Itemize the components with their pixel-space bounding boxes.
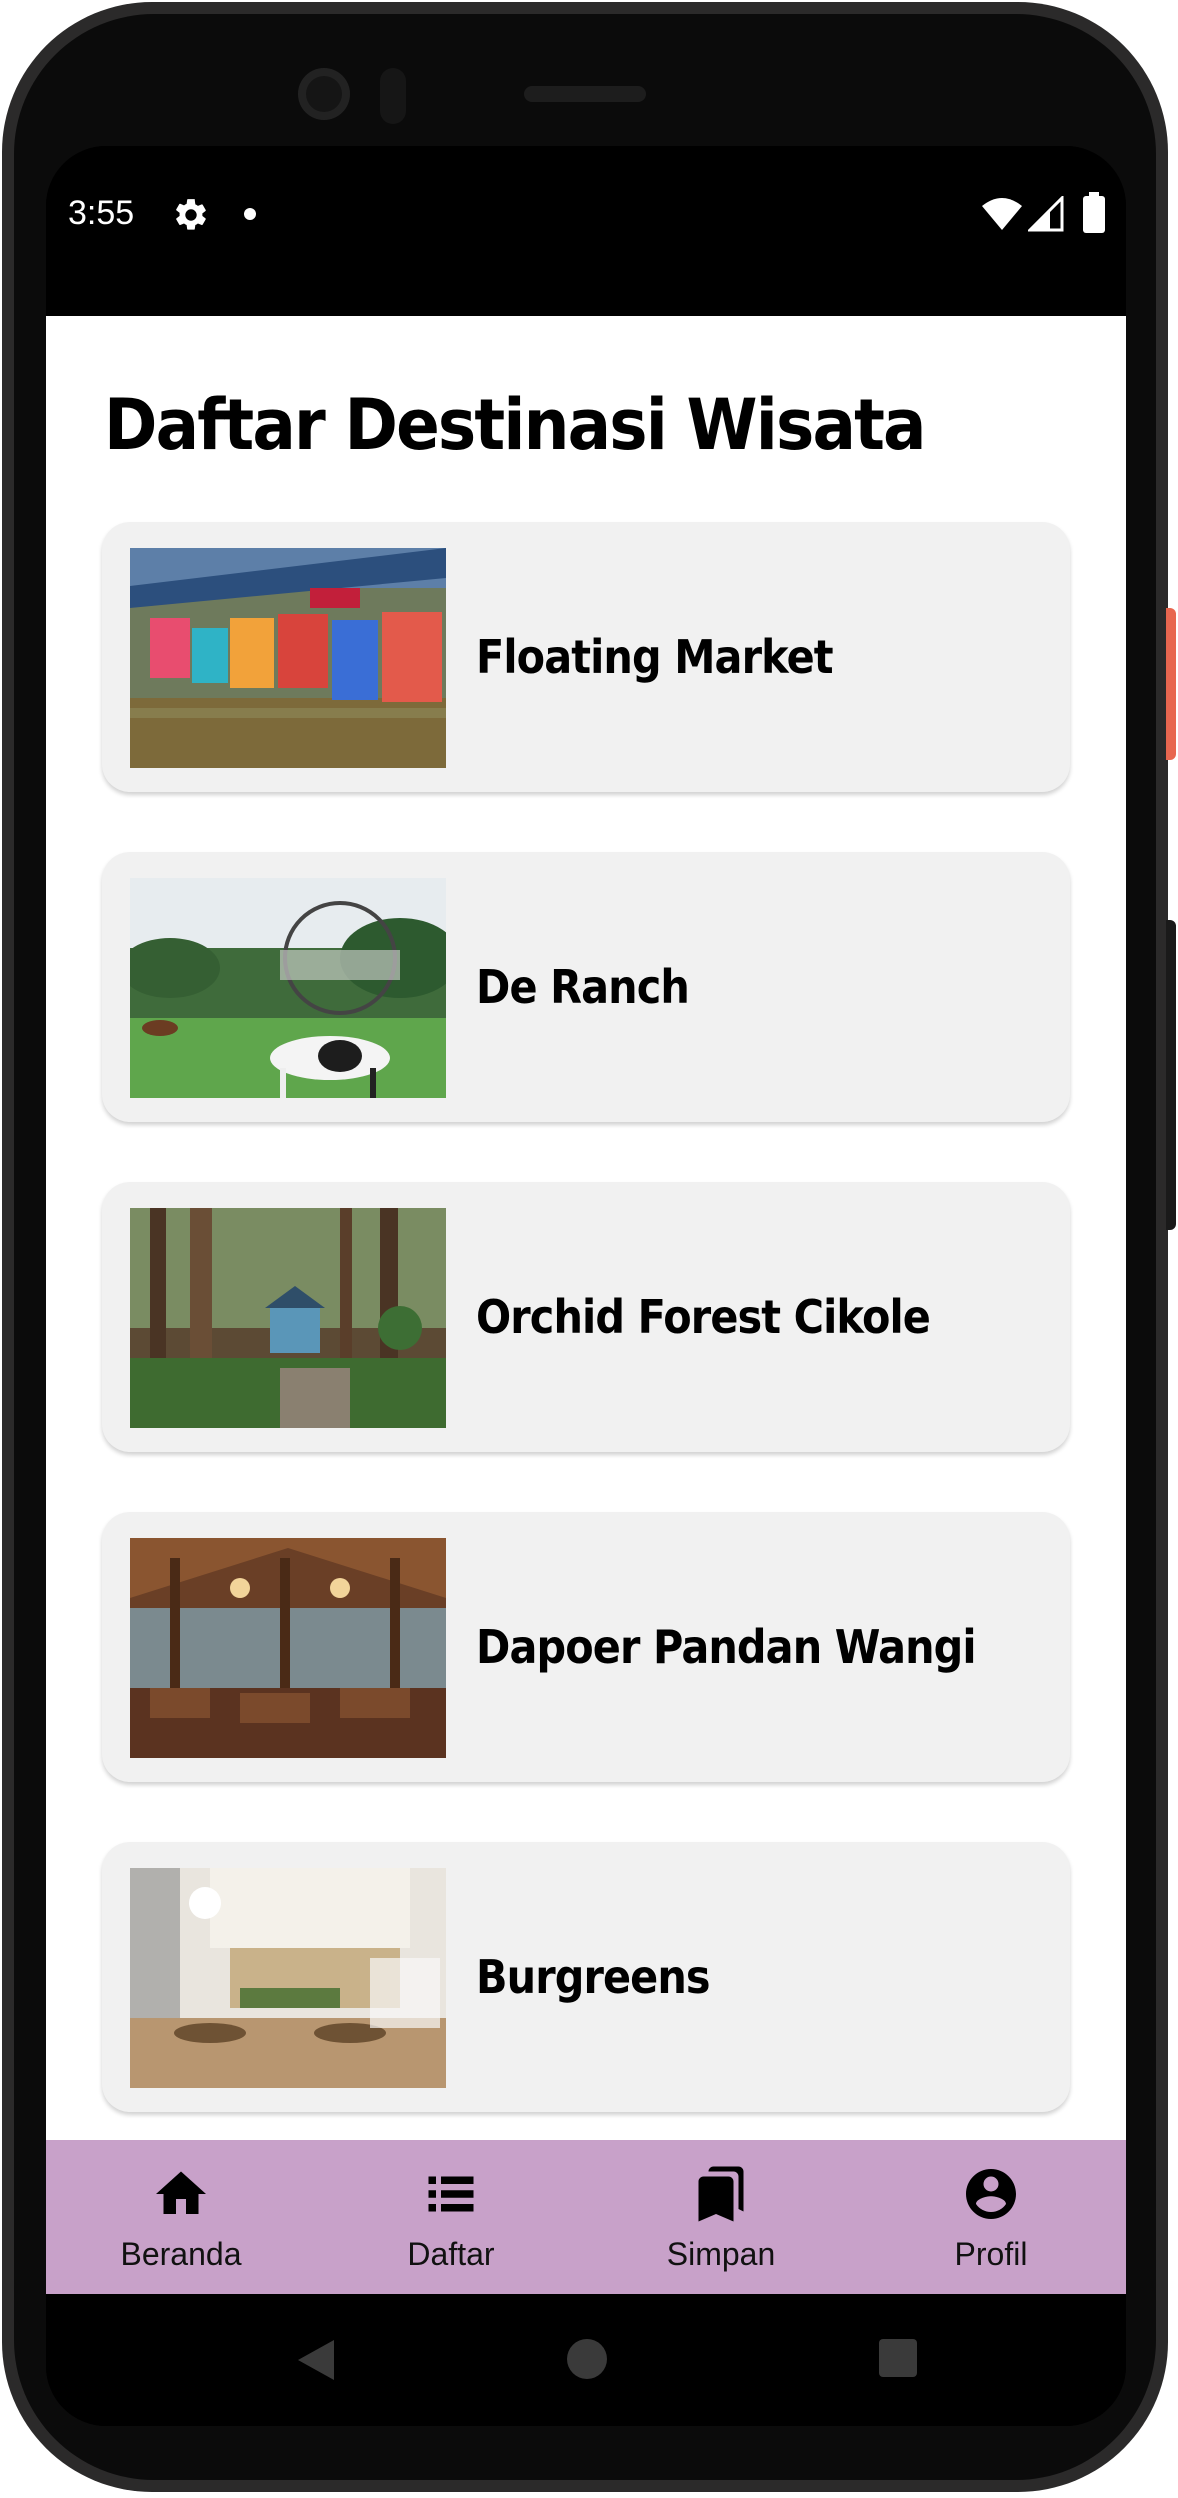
account-circle-icon <box>966 2169 1016 2219</box>
system-navigation-bar <box>46 2294 1126 2426</box>
nav-item-simpan[interactable]: Simpan <box>586 2140 856 2294</box>
back-triangle-icon[interactable] <box>296 2338 336 2382</box>
bookmarks-icon <box>698 2166 744 2222</box>
power-button <box>1166 608 1176 760</box>
page-title: Daftar Destinasi Wisata <box>104 384 926 466</box>
nav-label: Simpan <box>666 2236 776 2272</box>
front-camera <box>298 68 350 120</box>
destination-name: Burgreens <box>476 1950 711 2004</box>
destination-name: Dapoer Pandan Wangi <box>476 1620 977 1674</box>
earpiece-speaker <box>524 86 646 102</box>
cellular-signal-icon <box>1028 196 1064 232</box>
home-icon <box>156 2171 206 2214</box>
burgreens-photo <box>130 1868 446 2088</box>
status-bar: 3:55 <box>46 146 1126 316</box>
nav-item-daftar[interactable]: Daftar <box>316 2140 586 2294</box>
list-icon <box>428 2176 474 2212</box>
recents-square-icon[interactable] <box>878 2338 918 2378</box>
status-time: 3:55 <box>68 194 135 232</box>
bottom-navigation-bar: Beranda Daftar Simpan Profil <box>46 2140 1126 2294</box>
destination-name: De Ranch <box>476 960 690 1014</box>
notification-dot-icon <box>244 208 256 220</box>
destination-card-de-ranch[interactable]: De Ranch <box>102 852 1070 1122</box>
floating-market-photo <box>130 548 446 768</box>
nav-item-profil[interactable]: Profil <box>856 2140 1126 2294</box>
orchid-forest-photo <box>130 1208 446 1428</box>
battery-icon <box>1083 192 1105 233</box>
nav-label: Daftar <box>407 2236 495 2272</box>
phone-device: 3:55 Daftar Destinasi Wisata Floating Ma… <box>0 0 1178 2498</box>
settings-gear-icon <box>176 199 206 230</box>
destination-name: Orchid Forest Cikole <box>476 1290 931 1344</box>
volume-button <box>1166 920 1176 1230</box>
destination-name: Floating Market <box>476 630 834 684</box>
de-ranch-photo <box>130 878 446 1098</box>
nav-item-beranda[interactable]: Beranda <box>46 2140 316 2294</box>
nav-label: Profil <box>954 2236 1028 2272</box>
proximity-sensor <box>380 68 406 124</box>
destination-card-dapoer-pandan-wangi[interactable]: Dapoer Pandan Wangi <box>102 1512 1070 1782</box>
screen: 3:55 Daftar Destinasi Wisata Floating Ma… <box>46 146 1126 2426</box>
destination-card-floating-market[interactable]: Floating Market <box>102 522 1070 792</box>
destination-card-burgreens[interactable]: Burgreens <box>102 1842 1070 2112</box>
destination-card-orchid-forest-cikole[interactable]: Orchid Forest Cikole <box>102 1182 1070 1452</box>
destination-list-screen: Daftar Destinasi Wisata Floating Market … <box>46 316 1126 2140</box>
wifi-icon <box>982 198 1022 230</box>
nav-label: Beranda <box>120 2236 242 2272</box>
home-circle-icon[interactable] <box>566 2338 608 2380</box>
dapoer-pandan-wangi-photo <box>130 1538 446 1758</box>
